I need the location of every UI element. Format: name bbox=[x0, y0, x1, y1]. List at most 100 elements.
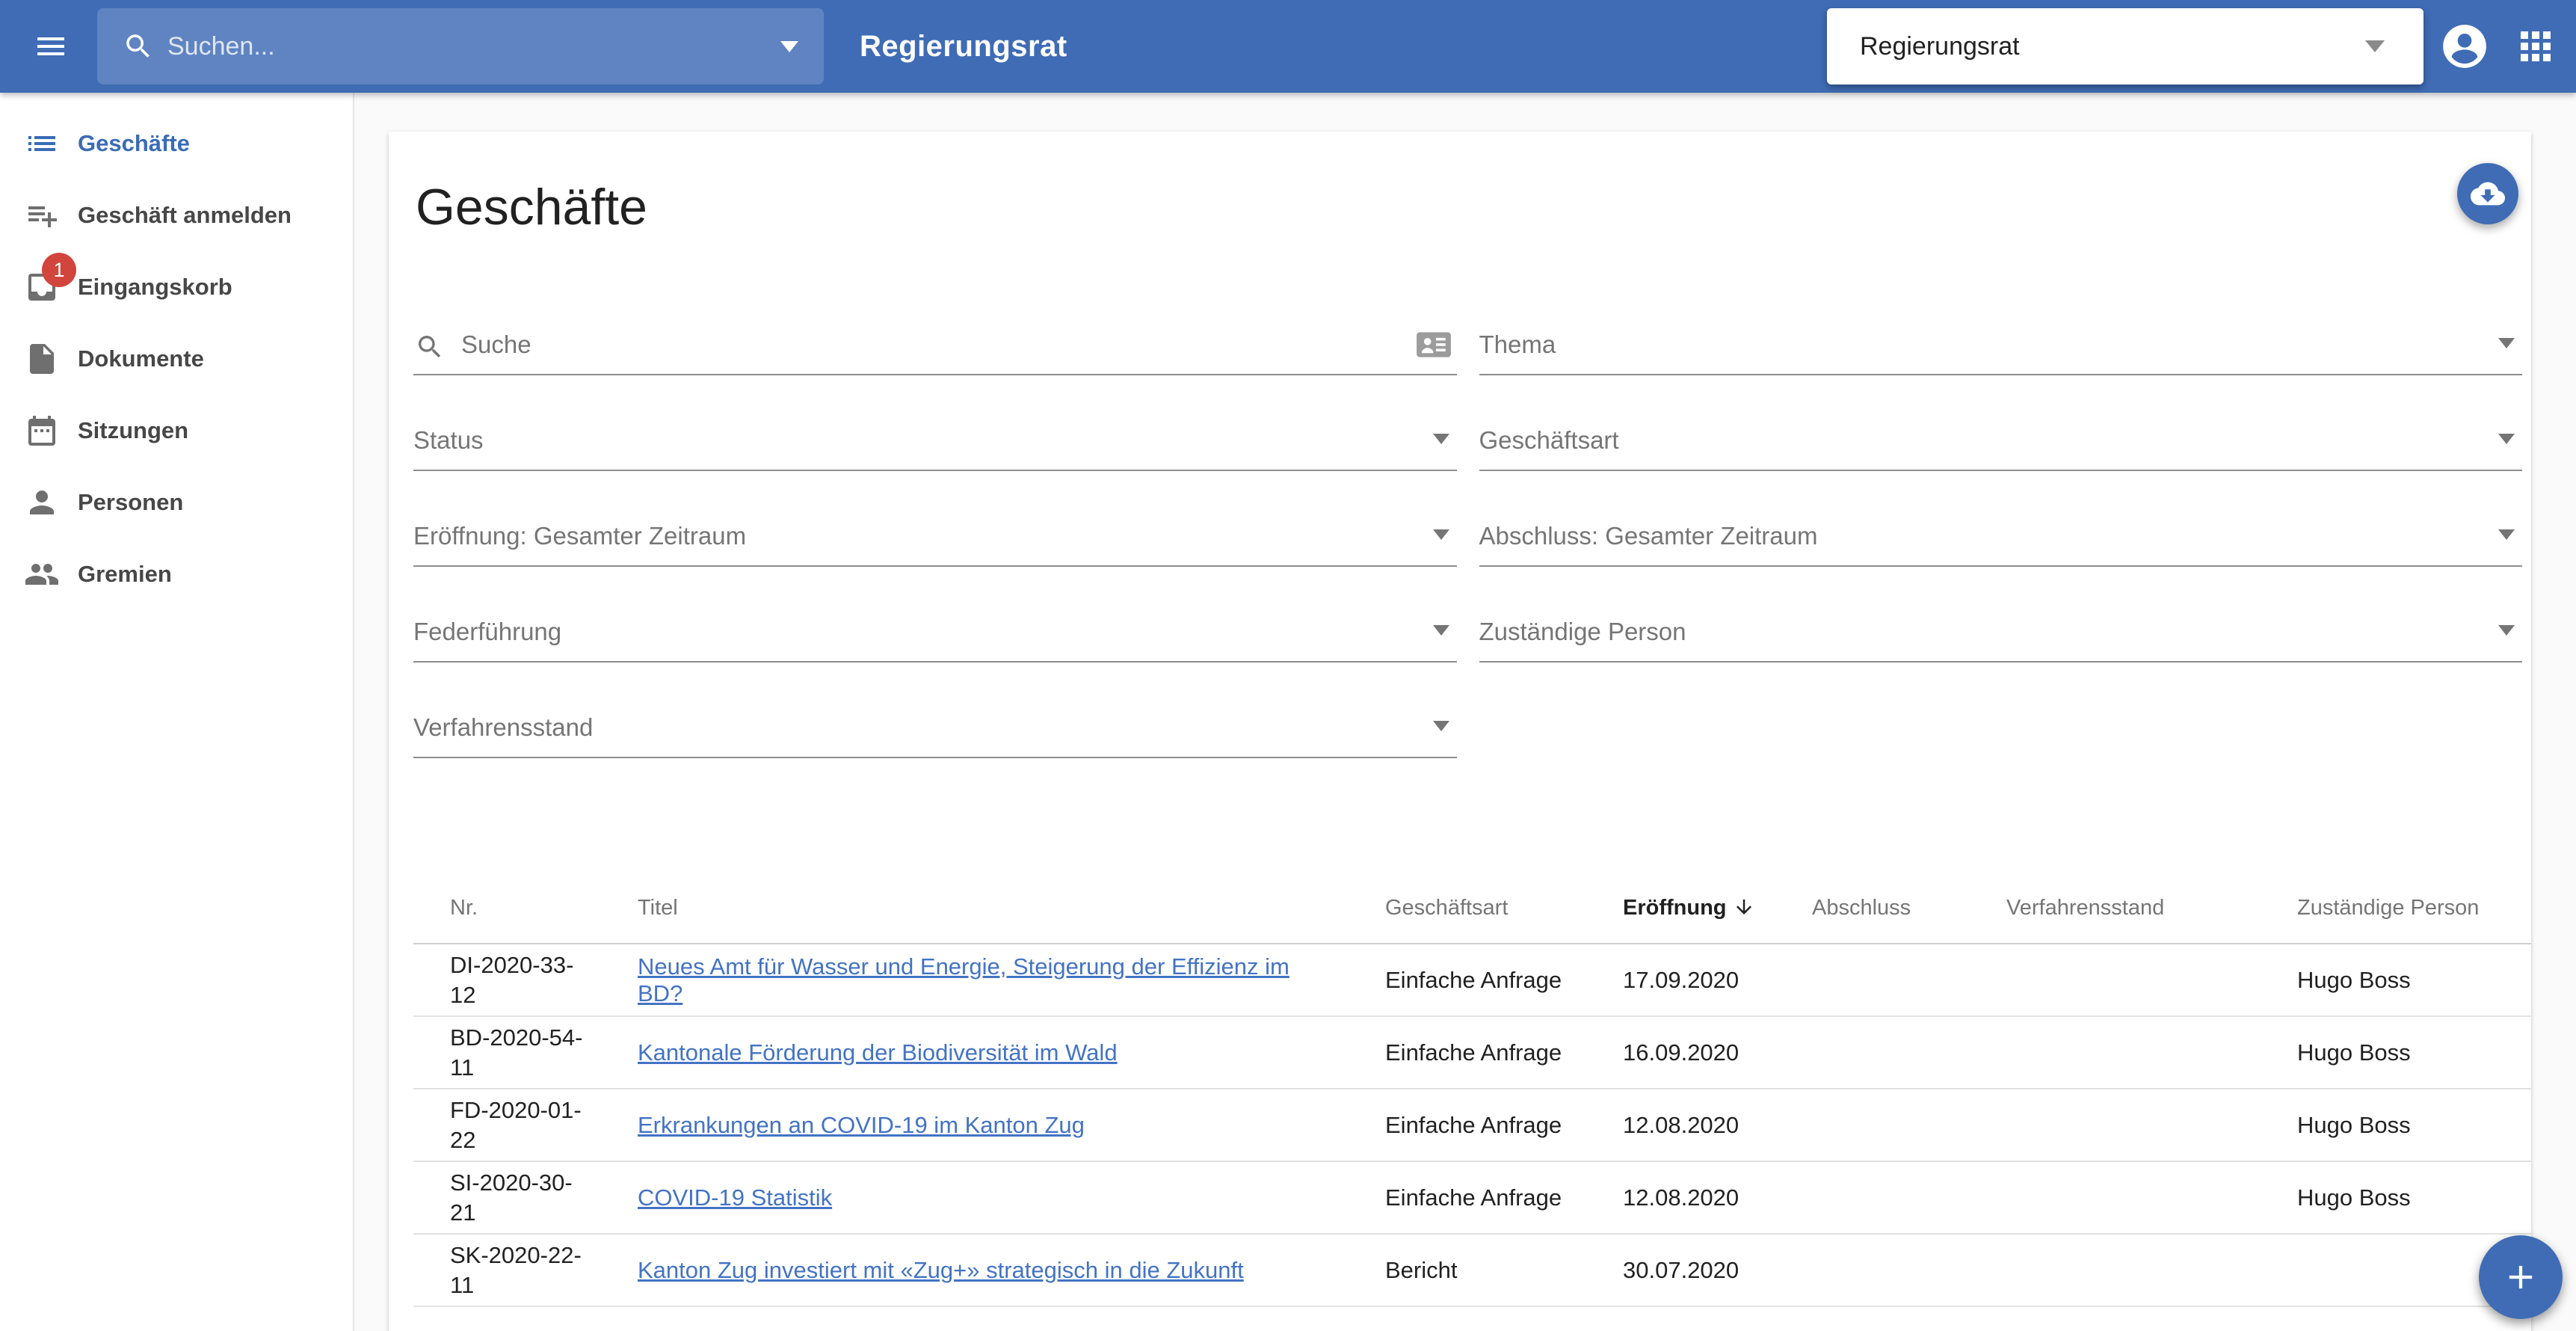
global-search-input[interactable] bbox=[167, 32, 780, 61]
cell-verfahrensstand bbox=[1970, 1016, 2261, 1089]
filter-select-label: Zuständige Person bbox=[1479, 618, 2499, 661]
filter-select-er-ffnung-gesamter-zeitraum[interactable]: Eröffnung: Gesamter Zeitraum bbox=[413, 471, 1457, 567]
cell-nr: SK-2020-22-11 bbox=[413, 1234, 601, 1306]
chevron-down-icon bbox=[1433, 721, 1449, 731]
business-title-link[interactable]: Kanton Zug investiert mit «Zug+» strateg… bbox=[638, 1257, 1244, 1283]
document-icon bbox=[24, 341, 60, 377]
cell-verfahrensstand bbox=[1970, 1234, 2261, 1306]
chevron-down-icon bbox=[1433, 434, 1449, 444]
sidebar-item-gremien[interactable]: Gremien bbox=[0, 538, 353, 610]
business-title-link[interactable]: COVID-19 Statistik bbox=[638, 1184, 832, 1211]
contact-card-icon[interactable] bbox=[1415, 326, 1452, 363]
search-icon bbox=[415, 332, 445, 362]
arrow-down-icon bbox=[1733, 896, 1755, 918]
apps-grid-button[interactable] bbox=[2513, 24, 2558, 69]
column-header-nr-[interactable]: Nr. bbox=[413, 873, 601, 944]
account-button[interactable] bbox=[2440, 22, 2489, 71]
cell-zustaendige-person: Hugo Boss bbox=[2261, 1016, 2531, 1089]
cell-geschaeftsart: Einfache Anfrage bbox=[1349, 1016, 1586, 1089]
filter-select-label: Federführung bbox=[413, 618, 1433, 661]
column-header-label: Eröffnung bbox=[1623, 896, 1727, 920]
filter-select-zust-ndige-person[interactable]: Zuständige Person bbox=[1479, 567, 2523, 663]
global-search-box[interactable] bbox=[97, 8, 824, 84]
cell-verfahrensstand bbox=[1970, 1089, 2261, 1161]
cell-abschluss bbox=[1775, 1161, 1970, 1234]
business-title-link[interactable]: Erkrankungen an COVID-19 im Kanton Zug bbox=[638, 1112, 1085, 1138]
sidebar-item-gesch-fte[interactable]: Geschäfte bbox=[0, 108, 353, 179]
sidebar-item-label: Geschäft anmelden bbox=[78, 202, 292, 229]
cell-eroeffnung: 30.07.2020 bbox=[1586, 1234, 1775, 1306]
filter-search-field[interactable] bbox=[413, 280, 1457, 375]
sidebar-item-dokumente[interactable]: Dokumente bbox=[0, 323, 353, 395]
chevron-down-icon bbox=[2498, 434, 2515, 444]
filter-select-verfahrensstand[interactable]: Verfahrensstand bbox=[413, 663, 1457, 758]
cell-titel: Kantonale Förderung der Biodiversität im… bbox=[601, 1016, 1349, 1089]
cell-abschluss bbox=[1775, 1234, 1970, 1306]
cell-abschluss bbox=[1775, 1089, 1970, 1161]
chevron-down-icon bbox=[2498, 625, 2515, 636]
cell-zustaendige-person: Hugo Boss bbox=[2261, 944, 2531, 1016]
filter-empty-cell bbox=[1479, 663, 2523, 758]
column-header-label: Abschluss bbox=[1812, 896, 1911, 920]
cell-titel: Kanton Zug investiert mit «Zug+» strateg… bbox=[601, 1234, 1349, 1306]
cell-titel: COVID-19 Statistik bbox=[601, 1161, 1349, 1234]
filter-search-input[interactable] bbox=[461, 331, 1415, 374]
chevron-down-icon bbox=[1433, 625, 1449, 636]
column-header-zust-ndige-person[interactable]: Zuständige Person bbox=[2261, 873, 2531, 944]
plus-icon bbox=[2501, 1258, 2540, 1297]
column-header-verfahrensstand[interactable]: Verfahrensstand bbox=[1970, 873, 2261, 944]
column-header-label: Titel bbox=[638, 896, 678, 920]
column-header-er-ffnung[interactable]: Eröffnung bbox=[1586, 873, 1775, 944]
business-title-link[interactable]: Neues Amt für Wasser und Energie, Steige… bbox=[638, 953, 1289, 1006]
chevron-down-icon bbox=[2498, 338, 2515, 348]
hamburger-menu-button[interactable] bbox=[33, 28, 69, 64]
cell-verfahrensstand bbox=[1970, 1161, 2261, 1234]
export-download-button[interactable] bbox=[2457, 163, 2518, 224]
content-card: Geschäfte ThemaStatusGeschäftsartEröffnu… bbox=[389, 132, 2531, 1331]
tenant-select[interactable]: Regierungsrat bbox=[1827, 8, 2424, 84]
sidebar-item-sitzungen[interactable]: Sitzungen bbox=[0, 395, 353, 467]
column-header-abschluss[interactable]: Abschluss bbox=[1775, 873, 1970, 944]
table-body: DI-2020-33-12Neues Amt für Wasser und En… bbox=[413, 944, 2531, 1306]
cell-titel: Neues Amt für Wasser und Energie, Steige… bbox=[601, 944, 1349, 1016]
sidebar-item-eingangskorb[interactable]: 1Eingangskorb bbox=[0, 251, 353, 323]
column-header-label: Geschäftsart bbox=[1385, 896, 1508, 920]
account-circle-icon bbox=[2440, 22, 2489, 71]
filter-grid: Thema Status Geschäftsart Eröffnung: Gesamt… bbox=[413, 280, 2522, 758]
calendar-icon bbox=[24, 413, 60, 449]
tenant-select-value: Regierungsrat bbox=[1860, 32, 2365, 61]
table-header-row: Nr. Titel Geschäftsart Eröffnung Abschluss Ve… bbox=[413, 873, 2531, 944]
filter-select-label: Eröffnung: Gesamter Zeitraum bbox=[413, 522, 1433, 565]
cell-abschluss bbox=[1775, 1016, 1970, 1089]
sidebar-item-label: Gremien bbox=[78, 561, 172, 588]
sidebar-item-gesch-ft-anmelden[interactable]: Geschäft anmelden bbox=[0, 179, 353, 251]
column-header-titel[interactable]: Titel bbox=[601, 873, 1349, 944]
business-title-link[interactable]: Kantonale Förderung der Biodiversität im… bbox=[638, 1039, 1118, 1066]
filter-select-thema[interactable]: Thema bbox=[1479, 280, 2523, 375]
hamburger-icon bbox=[33, 28, 69, 64]
column-header-label: Zuständige Person bbox=[2297, 896, 2479, 920]
column-header-gesch-ftsart[interactable]: Geschäftsart bbox=[1349, 873, 1586, 944]
people-icon bbox=[24, 556, 60, 592]
topbar: Regierungsrat Regierungsrat bbox=[0, 0, 2576, 93]
add-business-fab[interactable] bbox=[2479, 1235, 2563, 1319]
sidebar-nav: Geschäfte Geschäft anmelden 1EingangskorbD… bbox=[0, 108, 353, 610]
search-scope-caret-icon[interactable] bbox=[780, 41, 798, 52]
filter-select-abschluss-gesamter-zeitraum[interactable]: Abschluss: Gesamter Zeitraum bbox=[1479, 471, 2523, 567]
cloud-download-icon bbox=[2471, 176, 2505, 211]
cell-geschaeftsart: Einfache Anfrage bbox=[1349, 1089, 1586, 1161]
cell-eroeffnung: 12.08.2020 bbox=[1586, 1089, 1775, 1161]
sidebar-item-personen[interactable]: Personen bbox=[0, 467, 353, 538]
person-icon bbox=[24, 485, 60, 520]
cell-titel: Erkrankungen an COVID-19 im Kanton Zug bbox=[601, 1089, 1349, 1161]
filter-select-gesch-ftsart[interactable]: Geschäftsart bbox=[1479, 375, 2523, 471]
filter-select-federf-hrung[interactable]: Federführung bbox=[413, 567, 1457, 663]
tenant-select-caret-icon bbox=[2365, 40, 2385, 52]
table-row: FD-2020-01-22Erkrankungen an COVID-19 im… bbox=[413, 1089, 2531, 1161]
list-icon bbox=[24, 126, 60, 162]
cell-abschluss bbox=[1775, 944, 1970, 1016]
main-area: Geschäfte ThemaStatusGeschäftsartEröffnu… bbox=[356, 93, 2576, 1331]
filter-select-label: Status bbox=[413, 426, 1433, 470]
filter-select-label: Geschäftsart bbox=[1479, 426, 2499, 470]
filter-select-status[interactable]: Status bbox=[413, 375, 1457, 471]
